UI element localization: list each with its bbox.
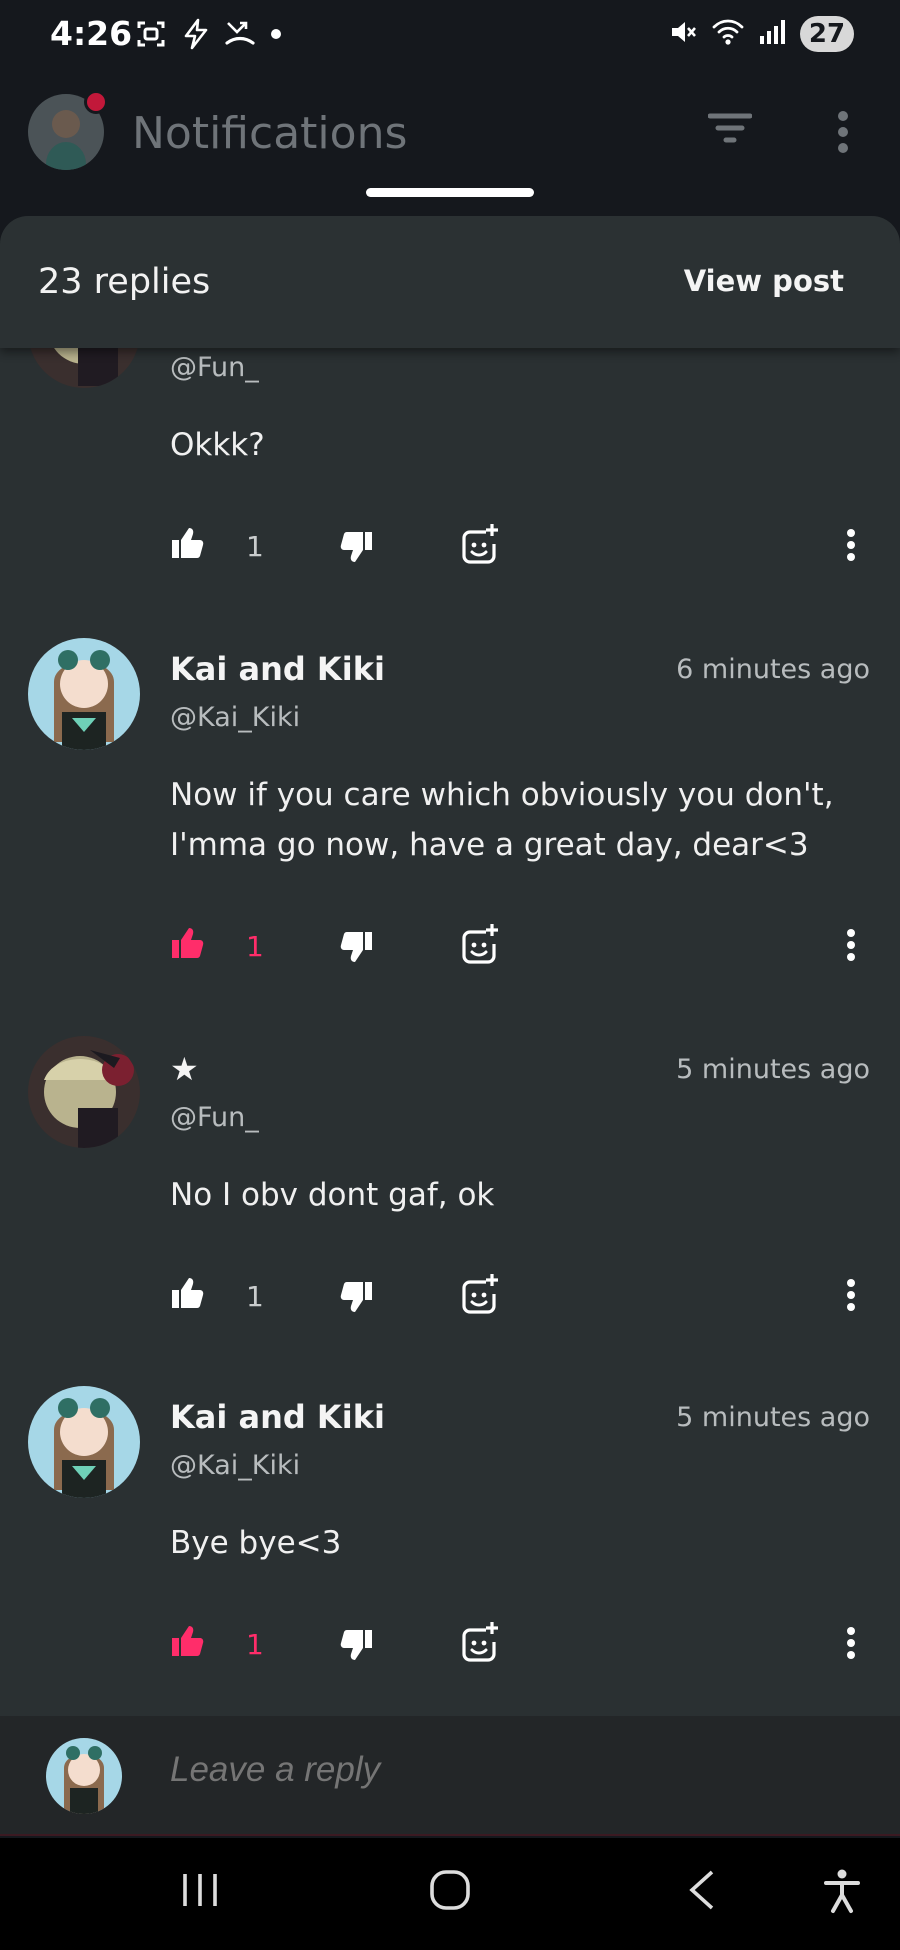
comment-author[interactable]: Kai and Kiki xyxy=(170,650,385,688)
avatar xyxy=(46,1738,122,1814)
app-header: Notifications xyxy=(0,72,900,222)
like-count: 1 xyxy=(246,1280,264,1313)
more-options-icon[interactable] xyxy=(846,528,856,566)
comment-actions: 1 xyxy=(170,524,880,570)
reply-bar xyxy=(0,1716,900,1836)
dislike-icon[interactable] xyxy=(340,1280,374,1318)
like-icon[interactable] xyxy=(170,1624,204,1662)
mute-icon xyxy=(668,17,698,51)
replies-sheet: 23 replies View post @Fun_ Okkk? 1 Kai a… xyxy=(0,216,900,1836)
screenshot-icon xyxy=(136,19,166,49)
notification-badge xyxy=(84,90,108,114)
home-icon[interactable] xyxy=(428,1868,472,1916)
add-reaction-icon[interactable] xyxy=(460,922,500,970)
comment-handle[interactable]: @Kai_Kiki xyxy=(170,702,300,733)
comment-author[interactable]: ★ xyxy=(170,1050,199,1088)
like-count: 1 xyxy=(246,530,264,563)
comment-timestamp: 5 minutes ago xyxy=(676,1402,870,1433)
reply-input[interactable] xyxy=(170,1750,850,1790)
comment-actions: 1 xyxy=(170,1274,880,1320)
like-icon[interactable] xyxy=(170,1276,204,1314)
comment-handle[interactable]: @Kai_Kiki xyxy=(170,1450,300,1481)
like-count: 1 xyxy=(246,930,264,963)
replies-count: 23 replies xyxy=(38,262,211,302)
battery-indicator: 27 xyxy=(800,16,854,52)
add-reaction-icon[interactable] xyxy=(460,1620,500,1668)
more-options-icon[interactable] xyxy=(846,1278,856,1316)
sheet-header: 23 replies View post xyxy=(0,216,900,348)
comment-timestamp: 5 minutes ago xyxy=(676,1054,870,1085)
flash-icon xyxy=(180,18,210,50)
sheet-drag-handle[interactable] xyxy=(366,188,534,197)
comment-text: Bye bye<3 xyxy=(170,1525,342,1561)
add-reaction-icon[interactable] xyxy=(460,1272,500,1320)
more-options-icon[interactable] xyxy=(846,1626,856,1664)
more-options-icon[interactable] xyxy=(836,110,850,158)
signal-icon xyxy=(758,18,786,50)
dislike-icon[interactable] xyxy=(340,530,374,568)
comment-handle[interactable]: @Fun_ xyxy=(170,352,259,383)
dislike-icon[interactable] xyxy=(340,1628,374,1666)
page-title: Notifications xyxy=(132,108,408,159)
avatar[interactable] xyxy=(28,1036,140,1148)
filter-icon[interactable] xyxy=(707,112,753,150)
like-count: 1 xyxy=(246,1628,264,1661)
like-icon[interactable] xyxy=(170,926,204,964)
comment-text: Okkk? xyxy=(170,427,265,463)
recent-apps-icon[interactable] xyxy=(180,1868,220,1916)
comment-handle[interactable]: @Fun_ xyxy=(170,1102,259,1133)
add-reaction-icon[interactable] xyxy=(460,522,500,570)
back-icon[interactable] xyxy=(686,1868,718,1916)
status-time: 4:26 xyxy=(50,14,133,53)
status-bar: 4:26 27 xyxy=(0,0,900,72)
avatar[interactable] xyxy=(28,638,140,750)
system-nav-bar xyxy=(0,1838,900,1950)
wifi-icon xyxy=(712,18,744,50)
comment-actions: 1 xyxy=(170,1622,880,1668)
comment-actions: 1 xyxy=(170,924,880,970)
more-options-icon[interactable] xyxy=(846,928,856,966)
comment-text: No I obv dont gaf, ok xyxy=(170,1177,495,1213)
notification-dot-icon xyxy=(270,28,282,40)
accessibility-icon[interactable] xyxy=(822,1868,862,1918)
view-post-button[interactable]: View post xyxy=(684,264,844,298)
comment-text: Now if you care which obviously you don'… xyxy=(170,777,834,863)
missed-call-icon xyxy=(224,19,256,49)
avatar[interactable] xyxy=(28,1386,140,1498)
dislike-icon[interactable] xyxy=(340,930,374,968)
comment-author[interactable]: Kai and Kiki xyxy=(170,1398,385,1436)
like-icon[interactable] xyxy=(170,526,204,564)
comment-timestamp: 6 minutes ago xyxy=(676,654,870,685)
